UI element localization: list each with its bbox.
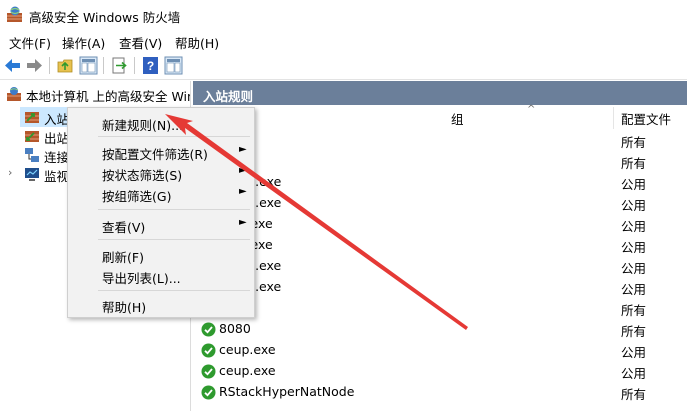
toolbar-separator [103,57,104,74]
menu-separator [98,209,250,210]
menu-item-new-rule[interactable]: 新建规则(N)... [69,111,253,133]
rule-profile: 公用 [621,198,647,213]
expand-chevron-icon[interactable]: › [8,166,12,179]
rule-profile: 所有 [621,324,647,339]
rule-name: ceup.exe [219,363,276,378]
menu-item-view[interactable]: 查看(V) ► [69,213,253,235]
rule-profile: 公用 [621,345,647,360]
toolbar-separator [49,57,50,74]
help-icon[interactable]: ? [141,56,160,75]
enabled-check-icon [201,322,216,337]
up-folder-icon[interactable] [56,56,75,75]
enabled-check-icon [201,385,216,400]
menu-item-label: 导出列表(L)... [102,271,181,286]
rule-name: RStackHyperNatNode [219,384,355,399]
rule-profile: 公用 [621,282,647,297]
column-header-profile[interactable]: 配置文件 [621,109,671,129]
toolbar: ? [0,52,687,80]
table-row[interactable]: 9所有 [193,130,687,151]
menu-item-export-list[interactable]: 导出列表(L)... [69,264,253,286]
rule-profile: 公用 [621,261,647,276]
svg-text:?: ? [147,59,154,73]
forward-icon[interactable] [25,56,44,75]
submenu-arrow-icon: ► [239,144,247,155]
table-row[interactable]: omeX.exe公用 [193,277,687,298]
enabled-check-icon [201,343,216,358]
enabled-check-icon [201,364,216,379]
menu-item-label: 查看(V) [102,220,146,235]
rule-profile: 公用 [621,177,647,192]
rule-name: 8080 [219,321,251,336]
menu-item-label: 按组筛选(G) [102,189,172,204]
menu-item-label: 新建规则(N)... [102,118,184,133]
sort-ascending-icon: ^ [527,104,536,115]
rule-profile: 所有 [621,135,647,150]
menu-action[interactable]: 操作(A) [62,33,105,52]
menu-item-label: 帮助(H) [102,300,147,315]
table-row[interactable]: 8080 所有 [193,319,687,340]
rule-profile: 所有 [621,303,647,318]
rule-name: ceup.exe [219,342,276,357]
rule-profile: 所有 [621,156,647,171]
menu-item-filter-by-group[interactable]: 按组筛选(G) ► [69,182,253,204]
menu-item-refresh[interactable]: 刷新(F) [69,243,253,265]
menu-item-filter-by-state[interactable]: 按状态筛选(S) ► [69,161,253,183]
outbound-rules-icon [25,131,39,142]
show-hide-tree-icon[interactable] [79,56,98,75]
menu-separator [98,136,250,137]
inbound-rules-icon [25,112,39,123]
table-row[interactable]: ceup.exe 公用 [193,340,687,361]
monitoring-icon [25,168,39,181]
column-header-group[interactable]: 组 [451,109,464,129]
connection-security-icon [25,148,39,162]
table-row[interactable]: omeX.exe公用 [193,256,687,277]
submenu-arrow-icon: ► [239,186,247,197]
rules-panel: 入站规则 ^ 组 配置文件 9所有所有pdate.exe公用pdate.exe公… [193,81,687,411]
firewall-root-icon [7,87,21,101]
window-title: 高级安全 Windows 防火墙 [29,10,181,25]
submenu-arrow-icon: ► [239,217,247,228]
table-row[interactable]: pdate.exe公用 [193,193,687,214]
table-row[interactable]: ome.exe公用 [193,214,687,235]
rule-profile: 公用 [621,366,647,381]
menu-item-filter-by-profile[interactable]: 按配置文件筛选(R) ► [69,140,253,162]
tree-root[interactable]: 本地计算机 上的高级安全 Wind [0,84,191,104]
column-divider[interactable] [613,107,614,129]
submenu-arrow-icon: ► [239,165,247,176]
table-row[interactable]: RStackHyperNatNode 所有 [193,382,687,403]
rule-profile: 公用 [621,219,647,234]
table-row[interactable]: ome.exe公用 [193,235,687,256]
panel-title: 入站规则 [193,81,687,105]
firewall-app-icon [7,6,22,22]
tree-root-label: 本地计算机 上的高级安全 Wind [26,89,191,104]
table-row[interactable]: 所有 [193,298,687,319]
table-row[interactable]: 所有 [193,151,687,172]
menu-file[interactable]: 文件(F) [9,33,51,52]
menu-item-help[interactable]: 帮助(H) [69,293,253,315]
title-bar: 高级安全 Windows 防火墙 [0,0,687,30]
menu-help[interactable]: 帮助(H) [175,33,219,52]
menu-separator [98,239,250,240]
export-icon[interactable] [110,56,129,75]
back-icon[interactable] [3,56,22,75]
tree-item-label: 监视 [44,169,70,184]
menu-bar: 文件(F) 操作(A) 查看(V) 帮助(H) [0,30,687,52]
table-row[interactable]: ceup.exe 公用 [193,361,687,382]
toolbar-separator [134,57,135,74]
table-row[interactable]: pdate.exe公用 [193,172,687,193]
rule-profile: 公用 [621,240,647,255]
menu-separator [98,290,250,291]
context-menu: 新建规则(N)... 按配置文件筛选(R) ► 按状态筛选(S) ► 按组筛选(… [67,107,255,318]
menu-view[interactable]: 查看(V) [119,33,162,52]
show-hide-action-pane-icon[interactable] [164,56,183,75]
rule-profile: 所有 [621,387,647,402]
